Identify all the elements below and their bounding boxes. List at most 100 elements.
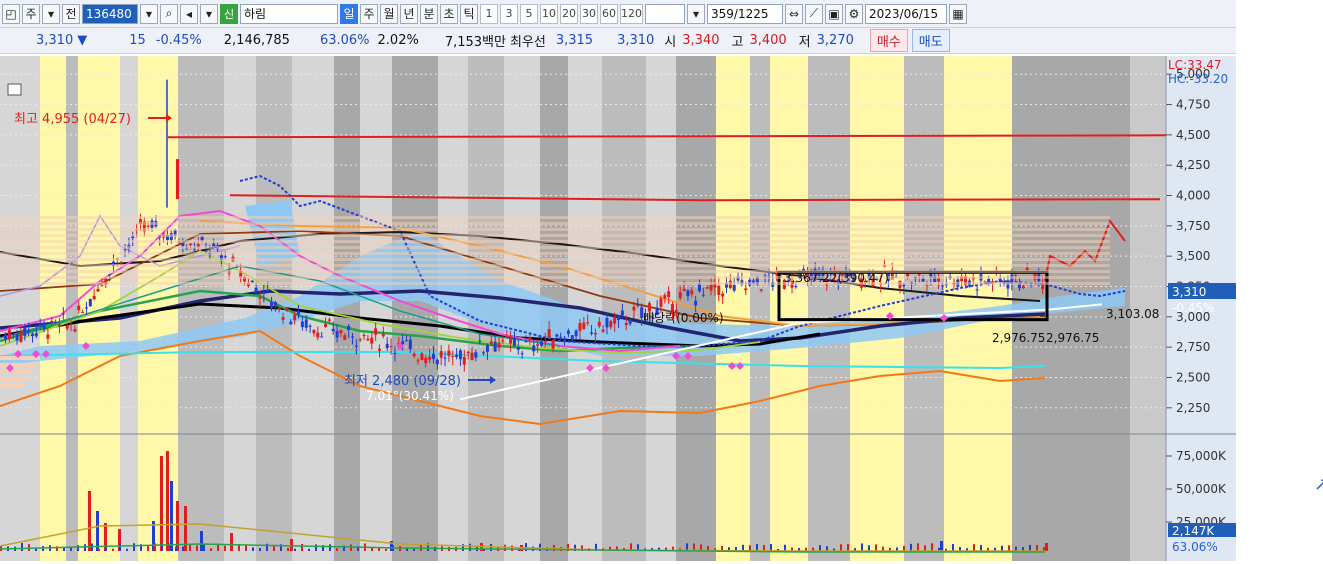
volume-bar xyxy=(105,547,107,551)
date-field[interactable]: 2023/06/15 xyxy=(865,3,947,24)
volume-profile-bar xyxy=(0,216,1110,219)
count-total: /1225 xyxy=(733,6,769,21)
volume-bar xyxy=(1001,545,1003,551)
volume-bar xyxy=(1008,545,1010,551)
volume-bar xyxy=(176,501,179,551)
volume-profile-bar xyxy=(0,264,1110,267)
candle-body xyxy=(339,330,343,334)
price-tick-label: 4,000 xyxy=(1176,189,1210,203)
sound-icon[interactable]: ◂ xyxy=(180,3,198,24)
period-band xyxy=(178,56,224,561)
current-volume-tag: 2,147K xyxy=(1172,524,1215,538)
candle-body xyxy=(632,306,636,311)
type-button[interactable]: 주 xyxy=(22,3,40,24)
calendar-icon[interactable]: ▦ xyxy=(949,3,967,24)
sound-dropdown-icon[interactable]: ▾ xyxy=(200,3,218,24)
price-chart[interactable]: 5,0004,7504,5004,2504,0003,7503,5003,250… xyxy=(0,56,1236,561)
interval-10[interactable]: 10 xyxy=(540,3,558,24)
price-tick-label: 3,500 xyxy=(1176,249,1210,263)
high-annotation: 최고 4,955 (04/27) xyxy=(14,112,131,127)
volume-bar xyxy=(770,543,772,551)
candle-body xyxy=(636,304,640,306)
candle-body xyxy=(505,336,509,338)
toolbar: ◰ 주 ▾ 전 136480 ▾ ⌕ ◂ ▾ 신 하림 일 주 월 년 분 초 … xyxy=(0,0,1236,28)
search-icon[interactable]: ⌕ xyxy=(160,3,178,24)
best-ask-label: 최우선 xyxy=(509,35,546,50)
volume-bar xyxy=(21,543,23,551)
candle-body xyxy=(404,340,408,342)
volume-bar xyxy=(973,544,975,551)
candle-body xyxy=(358,339,362,341)
period-week[interactable]: 주 xyxy=(360,3,378,24)
candle-body xyxy=(73,329,77,332)
volume-bar xyxy=(133,543,135,551)
candle-body xyxy=(412,353,416,357)
quote-bar: 3,310 ▼ 15 -0.45% 2,146,785 63.06% 2.02%… xyxy=(0,28,1236,54)
box-low-annotation-2: 2,976.75 xyxy=(1046,331,1099,345)
window-icon[interactable]: ◰ xyxy=(2,3,20,24)
volume-bar xyxy=(940,541,943,551)
turnover-pct: 63.06% xyxy=(319,33,370,48)
interval-dropdown-icon[interactable]: ▾ xyxy=(687,3,705,24)
buy-button[interactable]: 매수 xyxy=(869,29,908,52)
count-field[interactable]: 359/1225 xyxy=(707,3,783,24)
volume-bar xyxy=(861,543,863,551)
zoom-icon[interactable]: ⇔ xyxy=(785,3,803,24)
volume-bar xyxy=(1029,544,1031,551)
candle-body xyxy=(343,335,347,340)
interval-60[interactable]: 60 xyxy=(600,3,618,24)
box-annotation: 3,367.22(390.47) xyxy=(784,271,889,285)
volume-bar xyxy=(329,544,331,551)
code-dropdown-icon[interactable]: ▾ xyxy=(140,3,158,24)
stock-name-field[interactable]: 하림 xyxy=(240,3,338,24)
candle-body xyxy=(566,330,570,334)
interval-5[interactable]: 5 xyxy=(520,3,538,24)
interval-30[interactable]: 30 xyxy=(580,3,598,24)
save-icon[interactable]: ▣ xyxy=(825,3,843,24)
table-toggle-icon[interactable] xyxy=(7,83,22,96)
candle-body xyxy=(458,350,462,360)
candle-body xyxy=(108,274,112,276)
chevron-down-icon[interactable]: ▾ xyxy=(42,3,60,24)
interval-3[interactable]: 3 xyxy=(500,3,518,24)
candle-body xyxy=(354,345,358,347)
candle-body xyxy=(474,352,478,358)
sell-button[interactable]: 매도 xyxy=(911,29,950,52)
candle-body xyxy=(1021,286,1025,288)
trend-tool-icon[interactable]: ⟋ xyxy=(805,3,823,24)
interval-20[interactable]: 20 xyxy=(560,3,578,24)
candle-body xyxy=(300,321,304,328)
prev-button[interactable]: 전 xyxy=(62,3,80,24)
period-minute[interactable]: 분 xyxy=(420,3,438,24)
candle-body xyxy=(181,243,185,247)
candle-body xyxy=(223,256,227,258)
period-second[interactable]: 초 xyxy=(440,3,458,24)
candle-body xyxy=(4,334,7,340)
period-year[interactable]: 년 xyxy=(400,3,418,24)
candle-body xyxy=(27,330,31,333)
period-tick[interactable]: 틱 xyxy=(460,3,478,24)
candle-body xyxy=(69,322,73,324)
open-price: 3,340 xyxy=(682,33,720,48)
volume-profile-bar xyxy=(0,234,1110,237)
interval-custom-input[interactable] xyxy=(645,3,685,24)
period-month[interactable]: 월 xyxy=(380,3,398,24)
candle-body xyxy=(435,359,439,365)
candle-body xyxy=(428,356,432,360)
volume-bar xyxy=(252,547,254,551)
candle-body xyxy=(11,333,15,336)
volume-bar xyxy=(511,545,513,551)
interval-120[interactable]: 120 xyxy=(620,3,643,24)
candle-body xyxy=(443,357,447,359)
stock-code-input[interactable]: 136480 xyxy=(82,3,138,24)
interval-1[interactable]: 1 xyxy=(480,3,498,24)
period-band xyxy=(0,56,40,561)
period-day[interactable]: 일 xyxy=(340,3,358,24)
period-band xyxy=(602,56,646,561)
candle-body xyxy=(316,332,320,338)
new-badge: 신 xyxy=(220,3,238,24)
gear-icon[interactable]: ⚙ xyxy=(845,3,863,24)
candle-body xyxy=(509,336,513,344)
candle-body xyxy=(721,293,725,297)
candle-body xyxy=(50,320,54,323)
